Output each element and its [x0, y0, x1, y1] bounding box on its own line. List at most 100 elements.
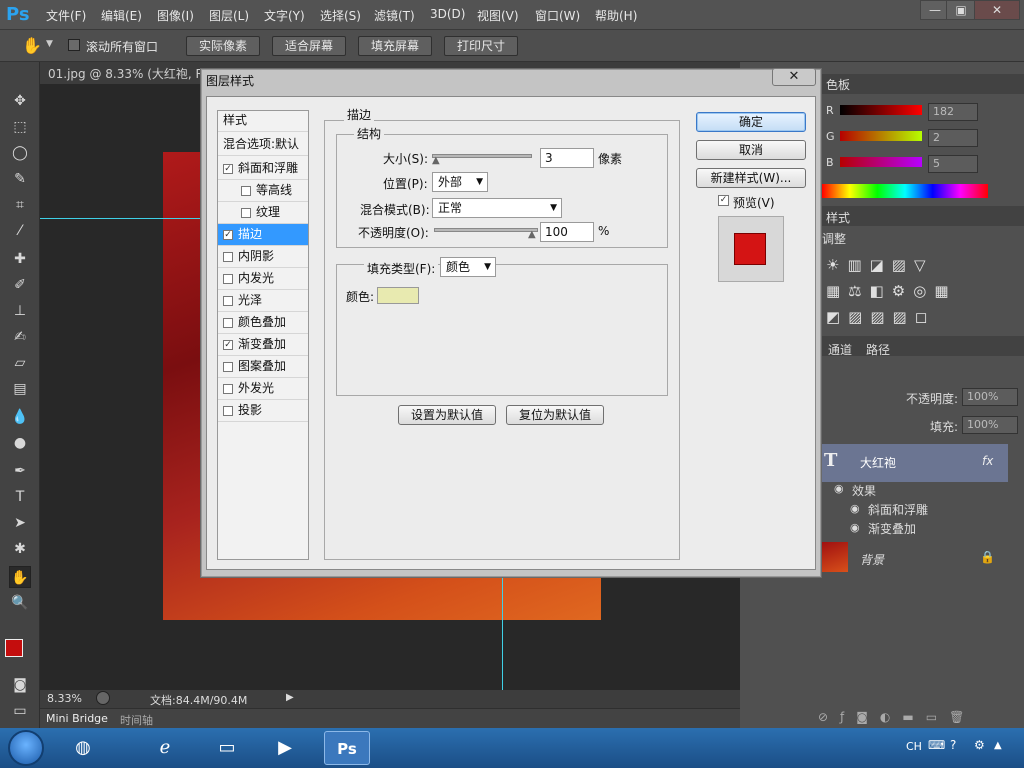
menu-3d[interactable]: 3D(D): [430, 7, 465, 21]
blur-tool-icon[interactable]: 💧: [9, 406, 31, 428]
style-item[interactable]: 纹理: [218, 202, 308, 224]
gradient-tool-icon[interactable]: ▤: [9, 378, 31, 400]
size-input[interactable]: 3: [540, 148, 594, 168]
start-button[interactable]: [8, 730, 44, 766]
eraser-tool-icon[interactable]: ▱: [9, 352, 31, 374]
style-item[interactable]: ✓ 描边: [218, 224, 308, 246]
path-selection-tool-icon[interactable]: ➤: [9, 512, 31, 534]
style-item[interactable]: 投影: [218, 400, 308, 422]
opacity-slider-track[interactable]: [434, 228, 538, 232]
blue-value-field[interactable]: 5: [928, 155, 978, 173]
layer-fill-field[interactable]: 100%: [962, 416, 1018, 434]
screen-mode-icon[interactable]: ▭: [9, 700, 31, 722]
healing-brush-tool-icon[interactable]: ✚: [9, 248, 31, 270]
restore-button[interactable]: ▣: [946, 0, 976, 20]
tray-settings-icon[interactable]: ⚙: [974, 738, 985, 752]
blend-mode-select[interactable]: 正常 ▼: [432, 198, 562, 218]
tray-expand-arrow-icon[interactable]: ▲: [994, 740, 1002, 751]
text-layer-name[interactable]: 大红袍: [860, 454, 896, 471]
hand-tool-selected-icon[interactable]: ✋: [9, 566, 31, 588]
menu-type[interactable]: 文字(Y): [264, 7, 305, 24]
timeline-tab[interactable]: 时间轴: [120, 712, 153, 728]
scroll-all-checkbox[interactable]: [68, 39, 80, 51]
opacity-slider-thumb[interactable]: ▲: [528, 230, 538, 240]
style-item[interactable]: ✓ 斜面和浮雕: [218, 158, 308, 180]
style-item[interactable]: 颜色叠加: [218, 312, 308, 334]
blend-options-item[interactable]: 混合选项:默认: [218, 134, 308, 156]
menu-edit[interactable]: 编辑(E): [101, 7, 142, 24]
menu-help[interactable]: 帮助(H): [595, 7, 637, 24]
tool-preset-arrow-icon[interactable]: ▼: [46, 39, 53, 49]
file-explorer-icon[interactable]: ▭: [204, 731, 250, 765]
bevel-visibility-icon[interactable]: ◉: [850, 502, 860, 515]
actual-pixels-button[interactable]: 实际像素: [186, 36, 260, 56]
paths-tab[interactable]: 路径: [866, 341, 890, 358]
style-item[interactable]: 外发光: [218, 378, 308, 400]
effect-bevel-emboss[interactable]: 斜面和浮雕: [868, 501, 928, 518]
red-value-field[interactable]: 182: [928, 103, 978, 121]
preview-checkbox[interactable]: ✓: [718, 195, 729, 206]
fill-type-select[interactable]: 颜色 ▼: [440, 257, 496, 277]
menu-view[interactable]: 视图(V): [477, 7, 519, 24]
green-channel-slider[interactable]: [840, 131, 922, 141]
zoom-tool-icon[interactable]: 🔍: [9, 592, 31, 614]
red-channel-slider[interactable]: [840, 105, 922, 115]
brush-tool-icon[interactable]: ✐: [9, 274, 31, 296]
crop-tool-icon[interactable]: ⌗: [9, 194, 31, 216]
size-slider-thumb[interactable]: ▲: [432, 156, 442, 166]
style-item-checkbox[interactable]: ✓: [223, 230, 233, 240]
help-icon[interactable]: ?: [950, 738, 956, 752]
history-brush-tool-icon[interactable]: ✍: [9, 326, 31, 348]
style-item[interactable]: 内发光: [218, 268, 308, 290]
color-spectrum-ramp[interactable]: [822, 184, 988, 198]
reset-default-button[interactable]: 复位为默认值: [506, 405, 604, 425]
quick-mask-icon[interactable]: ◙: [9, 674, 31, 696]
menu-layer[interactable]: 图层(L): [209, 7, 249, 24]
style-item-checkbox[interactable]: [223, 274, 233, 284]
fill-screen-button[interactable]: 填充屏幕: [358, 36, 432, 56]
new-style-button[interactable]: 新建样式(W)...: [696, 168, 806, 188]
swatches-tab[interactable]: 色板: [826, 76, 850, 93]
style-item-checkbox[interactable]: ✓: [223, 164, 233, 174]
text-layer-row[interactable]: [820, 444, 1008, 482]
menu-file[interactable]: 文件(F): [46, 7, 86, 24]
dodge-tool-icon[interactable]: ●: [9, 432, 31, 454]
stroke-color-swatch[interactable]: [377, 287, 419, 304]
mini-bridge-tab[interactable]: Mini Bridge: [46, 712, 108, 725]
style-item-checkbox[interactable]: [223, 296, 233, 306]
gradient-visibility-icon[interactable]: ◉: [850, 521, 860, 534]
hand-tool-icon[interactable]: ✋: [22, 36, 42, 55]
type-tool-icon[interactable]: T: [9, 486, 31, 508]
quick-select-tool-icon[interactable]: ✎: [9, 168, 31, 190]
style-item[interactable]: 内阴影: [218, 246, 308, 268]
language-indicator[interactable]: CH: [906, 740, 922, 753]
layer-opacity-field[interactable]: 100%: [962, 388, 1018, 406]
styles-header[interactable]: 样式: [218, 110, 308, 132]
position-select[interactable]: 外部 ▼: [432, 172, 488, 192]
style-item-checkbox[interactable]: ✓: [223, 340, 233, 350]
menu-filter[interactable]: 滤镜(T): [374, 7, 415, 24]
green-value-field[interactable]: 2: [928, 129, 978, 147]
style-item-checkbox[interactable]: [223, 252, 233, 262]
style-item-checkbox[interactable]: [223, 362, 233, 372]
internet-explorer-icon[interactable]: ℯ: [142, 731, 188, 765]
opacity-input[interactable]: 100: [540, 222, 594, 242]
ok-button[interactable]: 确定: [696, 112, 806, 132]
adjustment-icons-grid[interactable]: ☀▥◪▨▽ ▦⚖◧⚙◎▦ ◩▨▨▨◻: [826, 252, 976, 332]
print-size-button[interactable]: 打印尺寸: [444, 36, 518, 56]
move-tool-icon[interactable]: ✥: [9, 90, 31, 112]
fit-screen-button[interactable]: 适合屏幕: [272, 36, 346, 56]
background-layer-name[interactable]: 背景: [860, 551, 884, 568]
status-info-icon[interactable]: [96, 691, 110, 705]
foreground-color-swatch[interactable]: [5, 639, 23, 657]
style-item-checkbox[interactable]: [223, 384, 233, 394]
effect-gradient-overlay[interactable]: 渐变叠加: [868, 520, 916, 537]
menu-select[interactable]: 选择(S): [320, 7, 361, 24]
channels-tab[interactable]: 通道: [828, 341, 852, 358]
cancel-button[interactable]: 取消: [696, 140, 806, 160]
style-item-checkbox[interactable]: [223, 406, 233, 416]
media-player-icon[interactable]: ▶: [262, 731, 308, 765]
marquee-tool-icon[interactable]: ⬚: [9, 116, 31, 138]
background-layer-thumbnail[interactable]: [822, 542, 848, 572]
pen-tool-icon[interactable]: ✒: [9, 460, 31, 482]
